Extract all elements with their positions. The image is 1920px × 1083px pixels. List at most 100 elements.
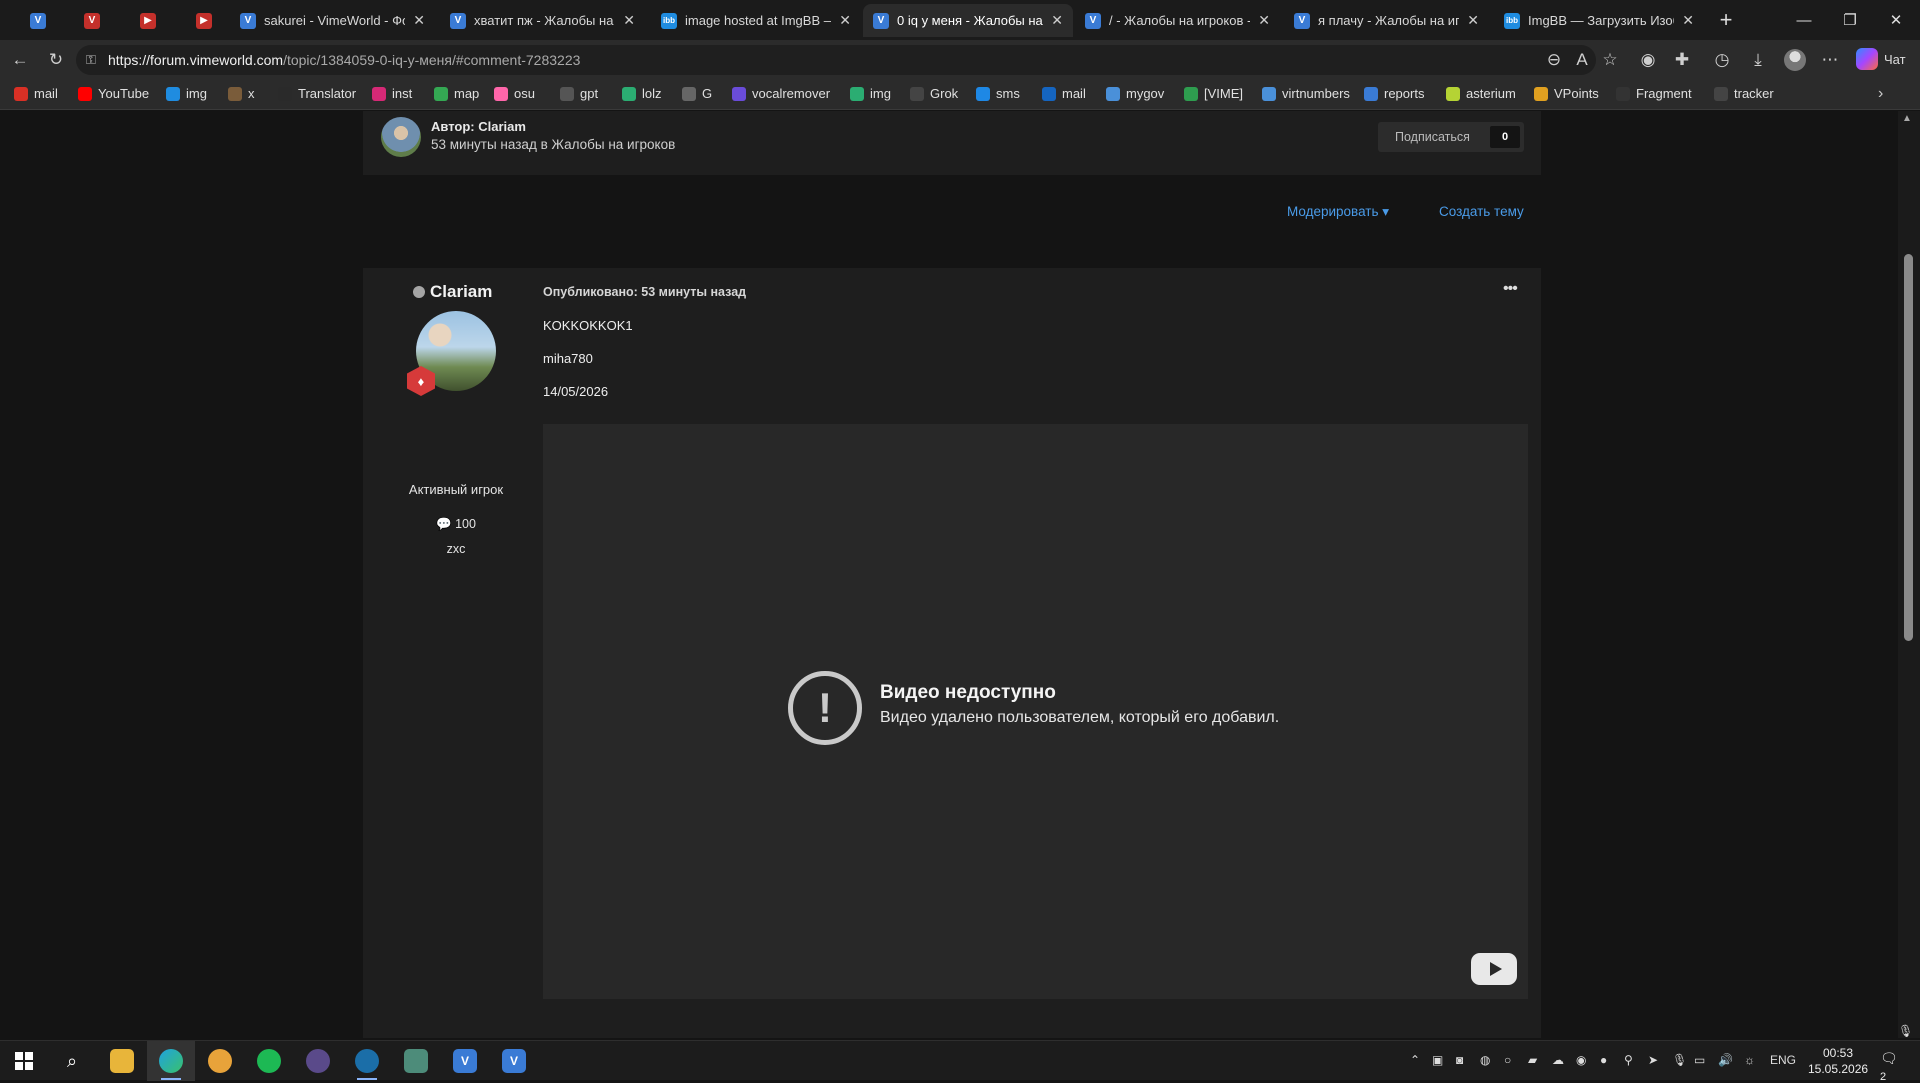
- site-info-icon[interactable]: ⚿: [86, 52, 96, 68]
- bookmark-lolz[interactable]: lolz: [622, 86, 662, 101]
- more-menu-icon[interactable]: ⋯: [1818, 48, 1842, 72]
- read-aloud-icon[interactable]: A: [1570, 48, 1594, 72]
- bookmark-osu[interactable]: osu: [494, 86, 535, 101]
- close-icon[interactable]: ✕: [1682, 12, 1694, 29]
- close-icon[interactable]: ✕: [1051, 12, 1063, 29]
- taskbar-osu[interactable]: [196, 1041, 244, 1081]
- telegram-icon[interactable]: ➤: [1648, 1053, 1658, 1067]
- bookmark-vocalremover[interactable]: vocalremover: [732, 86, 830, 101]
- tab-pinned-2[interactable]: V: [74, 4, 110, 37]
- close-icon[interactable]: ✕: [413, 12, 425, 29]
- restore-icon[interactable]: ❐: [1828, 6, 1872, 34]
- bookmark-x[interactable]: x: [228, 86, 255, 101]
- taskbar-steam[interactable]: [343, 1041, 391, 1081]
- minimize-icon[interactable]: —: [1782, 6, 1826, 34]
- copilot-button[interactable]: Чат: [1856, 48, 1906, 70]
- back-icon[interactable]: ←: [8, 48, 32, 72]
- close-icon[interactable]: ✕: [623, 12, 635, 29]
- network-icon[interactable]: ▭: [1694, 1053, 1705, 1067]
- tab[interactable]: V / - Жалобы на игроков - Vin ✕: [1075, 4, 1280, 37]
- notification-center[interactable]: 🗨2: [1880, 1050, 1902, 1083]
- scrollbar-thumb[interactable]: [1904, 254, 1913, 641]
- topic-author[interactable]: Автор: Clariam: [431, 119, 526, 134]
- language-indicator[interactable]: ENG: [1770, 1053, 1796, 1067]
- tab-active[interactable]: V 0 iq у меня - Жалобы на игр ✕: [863, 4, 1073, 37]
- chevron-right-icon[interactable]: ›: [1878, 85, 1883, 103]
- tab[interactable]: V я плачу - Жалобы на игрок ✕: [1284, 4, 1489, 37]
- microphone-icon[interactable]: 🎙: [1898, 1024, 1913, 1038]
- steam-tray-icon[interactable]: ◉: [1576, 1053, 1586, 1067]
- tab-pinned-1[interactable]: V: [20, 4, 56, 37]
- tab-pinned-4[interactable]: ▶: [186, 4, 222, 37]
- close-icon[interactable]: ✕: [1258, 12, 1270, 29]
- post-menu-icon[interactable]: •••: [1503, 280, 1518, 298]
- bookmark-youtube[interactable]: YouTube: [78, 86, 149, 101]
- youtube-logo-icon[interactable]: [1471, 953, 1517, 985]
- tab[interactable]: ibb ImgBB — Загрузить Изобра ✕: [1494, 4, 1704, 37]
- bookmark-tracker[interactable]: tracker: [1714, 86, 1774, 101]
- bookmark-translator[interactable]: Translator: [278, 86, 356, 101]
- new-tab-icon[interactable]: +: [1712, 6, 1740, 34]
- taskbar-vime-1[interactable]: V: [441, 1041, 489, 1081]
- taskbar-edge[interactable]: [147, 1041, 195, 1081]
- bookmark-virtnumbers[interactable]: virtnumbers: [1262, 86, 1350, 101]
- bookmark-asterium[interactable]: asterium: [1446, 86, 1516, 101]
- tray-app-icon[interactable]: ○: [1504, 1053, 1511, 1067]
- author-avatar[interactable]: [381, 117, 421, 157]
- scroll-up-icon[interactable]: ▲: [1902, 113, 1912, 124]
- bookmark-vime[interactable]: [VIME]: [1184, 86, 1243, 101]
- bookmark-gpt[interactable]: gpt: [560, 86, 598, 101]
- tray-app-icon[interactable]: ☁: [1552, 1053, 1564, 1067]
- bookmark-sms[interactable]: sms: [976, 86, 1020, 101]
- taskbar-launcher[interactable]: [392, 1041, 440, 1081]
- tray-app-icon[interactable]: ⚲: [1624, 1053, 1633, 1067]
- bookmark-img[interactable]: img: [166, 86, 207, 101]
- history-icon[interactable]: ◷: [1710, 48, 1734, 72]
- post-username[interactable]: Clariam: [430, 282, 492, 302]
- bookmark-reports[interactable]: reports: [1364, 86, 1424, 101]
- taskbar-vime-2[interactable]: V: [490, 1041, 538, 1081]
- nvidia-icon[interactable]: ▰: [1528, 1053, 1537, 1067]
- bookmark-mail[interactable]: mail: [1042, 86, 1086, 101]
- bookmark-mygov[interactable]: mygov: [1106, 86, 1164, 101]
- bookmark-mail[interactable]: mail: [14, 86, 58, 101]
- bookmark-grok[interactable]: Grok: [910, 86, 958, 101]
- taskbar-spotify[interactable]: [245, 1041, 293, 1081]
- bookmark-inst[interactable]: inst: [372, 86, 412, 101]
- profile-avatar[interactable]: [1784, 49, 1806, 71]
- subscribe-button[interactable]: Подписаться 0: [1378, 122, 1524, 152]
- search-button[interactable]: ⌕: [48, 1041, 96, 1081]
- brightness-icon[interactable]: ☼: [1744, 1053, 1755, 1067]
- tray-app-icon[interactable]: ◙: [1456, 1053, 1463, 1067]
- tab[interactable]: ibb image hosted at ImgBB — Im ✕: [651, 4, 861, 37]
- address-bar[interactable]: ⚿ https://forum.vimeworld.com/topic/1384…: [76, 45, 1596, 75]
- taskbar-explorer[interactable]: [98, 1041, 146, 1081]
- close-icon[interactable]: ✕: [839, 12, 851, 29]
- create-topic-link[interactable]: Создать тему: [1439, 204, 1524, 219]
- zoom-icon[interactable]: ⊖: [1542, 48, 1566, 72]
- extension-icon[interactable]: ◉: [1636, 48, 1660, 72]
- post-published-time[interactable]: Опубликовано: 53 минуты назад: [543, 285, 746, 299]
- volume-icon[interactable]: 🔊: [1718, 1053, 1733, 1067]
- extensions-puzzle-icon[interactable]: ✚: [1670, 48, 1694, 72]
- spotify-tray-icon[interactable]: ●: [1600, 1053, 1607, 1067]
- tray-expand-icon[interactable]: ⌃: [1410, 1053, 1420, 1067]
- tray-app-icon[interactable]: ◍: [1480, 1053, 1490, 1067]
- tab[interactable]: V хватит пж - Жалобы на игро ✕: [440, 4, 645, 37]
- clock[interactable]: 00:53 15.05.2026: [1808, 1045, 1868, 1077]
- bookmark-map[interactable]: map: [434, 86, 479, 101]
- tab-pinned-3[interactable]: ▶: [130, 4, 166, 37]
- bookmark-fragment[interactable]: Fragment: [1616, 86, 1692, 101]
- microphone-icon[interactable]: 🎙: [1672, 1053, 1687, 1067]
- close-icon[interactable]: ✕: [1467, 12, 1479, 29]
- moderate-menu[interactable]: Модерировать ▾: [1287, 204, 1389, 220]
- taskbar-app[interactable]: [294, 1041, 342, 1081]
- video-embed[interactable]: ! Видео недоступно Видео удалено пользов…: [543, 424, 1528, 999]
- refresh-icon[interactable]: ↻: [44, 48, 68, 72]
- bookmark-img[interactable]: img: [850, 86, 891, 101]
- start-button[interactable]: [0, 1041, 48, 1081]
- bookmark-g[interactable]: G: [682, 86, 712, 101]
- close-window-icon[interactable]: ✕: [1874, 6, 1918, 34]
- tab[interactable]: V sakurei - VimeWorld - Форум ✕: [230, 4, 435, 37]
- download-icon[interactable]: ⤓: [1746, 48, 1770, 72]
